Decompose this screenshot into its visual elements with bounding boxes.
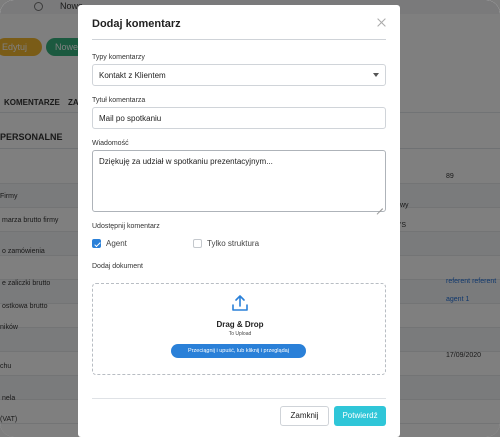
add-comment-modal: Dodaj komentarz Typy komentarzy Kontakt … xyxy=(78,5,400,437)
upload-icon xyxy=(232,295,248,311)
modal-title: Dodaj komentarz xyxy=(92,18,181,30)
comment-title-input[interactable]: Mail po spotkaniu xyxy=(92,107,386,129)
resize-handle-icon[interactable] xyxy=(377,203,383,209)
add-document-label: Dodaj dokument xyxy=(92,263,143,270)
message-label: Wiadomość xyxy=(92,140,129,147)
message-textarea[interactable]: Dziękuję za udział w spotkaniu prezentac… xyxy=(92,150,386,212)
document-dropzone[interactable]: Drag & Drop To Upload Przeciągnij i upuś… xyxy=(92,283,386,375)
comment-type-value: Kontakt z Klientem xyxy=(99,71,166,80)
close-button[interactable]: Zamknij xyxy=(280,406,329,426)
browse-files-button[interactable]: Przeciągnij i upuść, lub kliknij i przeg… xyxy=(171,344,306,358)
close-icon[interactable] xyxy=(376,17,388,29)
modal-header: Dodaj komentarz xyxy=(78,5,400,44)
comment-type-label: Typy komentarzy xyxy=(92,54,145,61)
comment-title-value: Mail po spotkaniu xyxy=(99,114,162,123)
comment-type-select[interactable]: Kontakt z Klientem xyxy=(92,64,386,86)
structure-only-checkbox-label: Tylko struktura xyxy=(207,239,260,248)
header-divider xyxy=(92,39,386,40)
footer-divider xyxy=(92,398,386,399)
share-comment-label: Udostępnij komentarz xyxy=(92,223,160,230)
dropzone-title: Drag & Drop xyxy=(216,320,264,329)
message-value: Dziękuję za udział w spotkaniu prezentac… xyxy=(99,157,273,166)
confirm-button[interactable]: Potwierdź xyxy=(334,406,386,426)
chevron-down-icon xyxy=(373,73,379,77)
dropzone-subtitle: To Upload xyxy=(228,331,252,337)
comment-title-label: Tytuł komentarza xyxy=(92,97,146,104)
agent-checkbox-label: Agent xyxy=(106,239,127,248)
agent-checkbox[interactable] xyxy=(92,239,101,248)
structure-only-checkbox[interactable] xyxy=(193,239,202,248)
